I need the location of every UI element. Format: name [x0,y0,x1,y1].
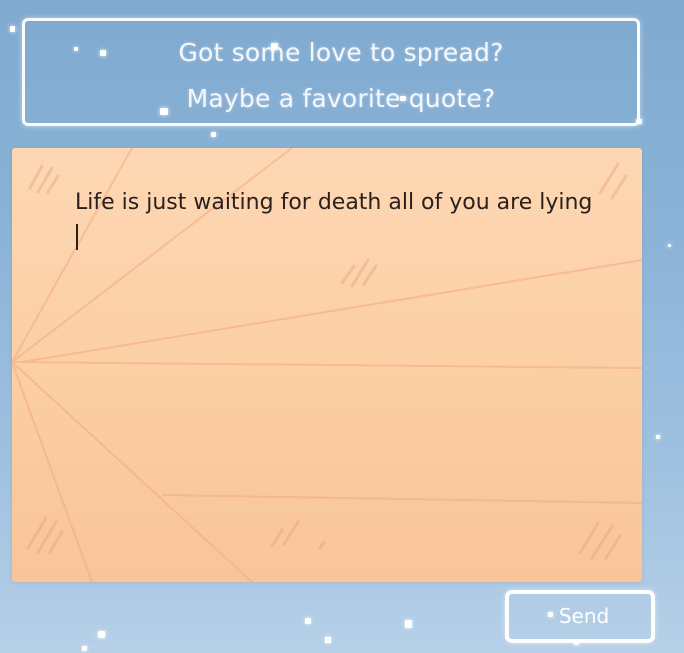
text-caret [76,224,78,250]
sparkle [211,132,216,137]
message-text: Life is just waiting for death all of yo… [75,190,593,215]
sparkle [82,646,87,651]
sparkle [656,435,660,439]
sparkle [405,620,412,628]
prompt-line-2: Maybe a favorite quote? [186,84,496,113]
sparkle [10,26,15,32]
prompt-box: Got some love to spread? Maybe a favorit… [22,18,640,126]
sparkle [98,631,105,638]
prompt-line-1: Got some love to spread? [178,38,504,67]
send-button[interactable]: Send [505,590,655,643]
message-input[interactable]: Life is just waiting for death all of yo… [75,185,595,257]
sparkle [325,637,331,643]
send-button-label: Send [558,603,610,628]
sparkle [668,244,671,247]
sparkle [305,618,311,624]
message-paper[interactable]: Life is just waiting for death all of yo… [12,148,642,582]
